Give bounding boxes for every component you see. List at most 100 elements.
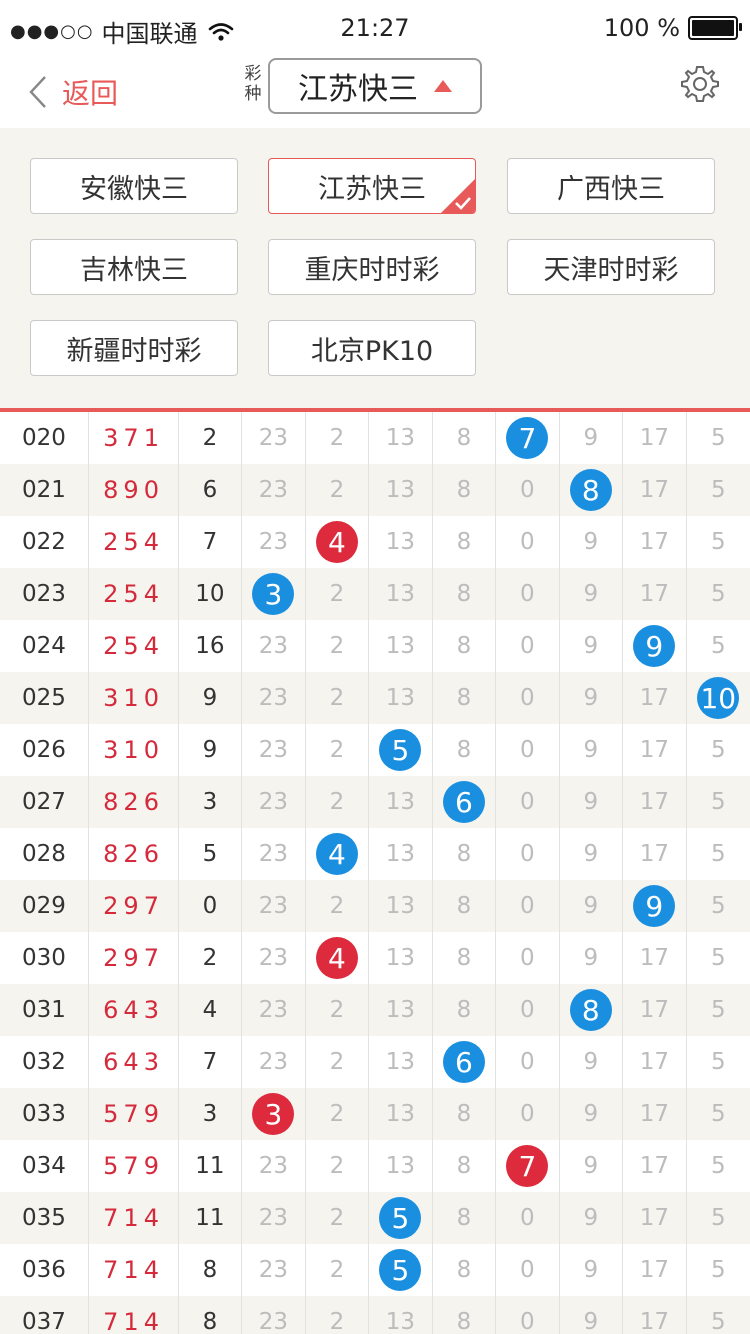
lottery-type-dropdown[interactable]: 江苏快三	[268, 58, 482, 114]
miss-count: 13	[369, 776, 433, 828]
miss-count: 13	[369, 1296, 433, 1334]
table-row: 035 714 11 23 2 5 8 0 9 17 5	[0, 1192, 750, 1244]
table-row: 037 714 8 23 2 13 8 0 9 17 5	[0, 1296, 750, 1334]
issue-number: 023	[0, 568, 90, 620]
lottery-option-chongqing-ssc[interactable]: 重庆时时彩	[268, 239, 476, 295]
miss-count: 23	[242, 412, 306, 464]
miss-count: 9	[560, 1244, 624, 1296]
hit-cell: 3	[242, 1088, 306, 1140]
miss-count: 17	[623, 568, 687, 620]
miss-count: 8	[433, 1296, 497, 1334]
miss-count: 0	[496, 984, 560, 1036]
sum-value: 9	[179, 724, 243, 776]
table-row: 024 254 16 23 2 13 8 0 9 9 5	[0, 620, 750, 672]
gear-icon[interactable]	[680, 64, 720, 104]
issue-number: 029	[0, 880, 90, 932]
miss-count: 9	[560, 776, 624, 828]
miss-count: 17	[623, 828, 687, 880]
hit-cell: 8	[560, 464, 624, 516]
hit-ball: 10	[697, 677, 740, 719]
option-label: 新疆时时彩	[66, 335, 202, 367]
hit-ball: 8	[569, 989, 612, 1031]
hit-cell: 5	[369, 724, 433, 776]
draw-result: 310	[89, 672, 179, 724]
hit-ball: 4	[315, 521, 358, 563]
miss-count: 0	[496, 932, 560, 984]
draw-result: 254	[89, 620, 179, 672]
miss-count: 23	[242, 1244, 306, 1296]
sum-value: 2	[179, 932, 243, 984]
miss-count: 17	[623, 1192, 687, 1244]
hit-ball: 4	[315, 833, 358, 875]
lottery-option-anhui-k3[interactable]: 安徽快三	[30, 158, 238, 214]
lottery-option-xinjiang-ssc[interactable]: 新疆时时彩	[30, 320, 238, 376]
hit-ball: 5	[379, 1249, 422, 1291]
miss-count: 9	[560, 828, 624, 880]
hit-ball: 9	[633, 625, 676, 667]
lottery-option-tianjin-ssc[interactable]: 天津时时彩	[507, 239, 715, 295]
miss-count: 17	[623, 932, 687, 984]
table-row: 033 579 3 3 2 13 8 0 9 17 5	[0, 1088, 750, 1140]
miss-count: 13	[369, 828, 433, 880]
chevron-left-icon	[29, 76, 46, 108]
hit-ball: 9	[633, 885, 676, 927]
miss-count: 5	[710, 893, 726, 919]
hit-ball: 4	[315, 937, 358, 979]
miss-count: 0	[496, 828, 560, 880]
hit-ball: 6	[442, 781, 485, 823]
hit-cell: 3	[242, 568, 306, 620]
lottery-option-jiangsu-k3[interactable]: 江苏快三	[268, 158, 476, 214]
issue-number: 022	[0, 516, 90, 568]
sum-value: 8	[179, 1244, 243, 1296]
miss-count: 2	[306, 724, 370, 776]
miss-count: 0	[496, 776, 560, 828]
issue-number: 037	[0, 1296, 90, 1334]
selected-lottery: 江苏快三	[298, 72, 418, 107]
issue-number: 035	[0, 1192, 90, 1244]
lottery-option-beijing-pk10[interactable]: 北京PK10	[268, 320, 476, 376]
miss-count: 5	[710, 841, 726, 867]
hit-cell: 5	[369, 1244, 433, 1296]
miss-count: 13	[369, 932, 433, 984]
option-label: 重庆时时彩	[304, 254, 440, 286]
lottery-option-jilin-k3[interactable]: 吉林快三	[30, 239, 238, 295]
miss-count: 13	[369, 1140, 433, 1192]
hit-cell: 9	[623, 880, 687, 932]
sum-value: 3	[179, 1088, 243, 1140]
issue-number: 028	[0, 828, 90, 880]
trend-table[interactable]: 020 371 2 23 2 13 8 7 9 17 5 021 890 6 23 2 13 8 0 8 17 5 022 2…	[0, 412, 750, 1334]
miss-count: 2	[306, 464, 370, 516]
hit-cell: 10	[687, 672, 750, 724]
miss-count: 17	[623, 1140, 687, 1192]
lottery-selector-panel: 安徽快三 江苏快三 广西快三 吉林快三 重庆时时彩 天津时时彩 新疆时时彩 北京…	[0, 128, 750, 408]
sum-value: 4	[179, 984, 243, 1036]
miss-count: 23	[242, 620, 306, 672]
miss-count: 5	[710, 945, 726, 971]
lottery-option-guangxi-k3[interactable]: 广西快三	[507, 158, 715, 214]
miss-count: 8	[433, 932, 497, 984]
miss-count: 0	[496, 672, 560, 724]
miss-count: 17	[623, 1244, 687, 1296]
miss-count: 17	[623, 516, 687, 568]
miss-count: 9	[560, 724, 624, 776]
miss-count: 17	[623, 412, 687, 464]
issue-number: 032	[0, 1036, 90, 1088]
back-button[interactable]: 返回	[28, 66, 118, 118]
miss-count: 8	[433, 1192, 497, 1244]
hit-cell: 4	[306, 932, 370, 984]
miss-count: 5	[710, 529, 726, 555]
miss-count: 5	[710, 1101, 726, 1127]
miss-count: 9	[560, 568, 624, 620]
miss-count: 9	[560, 620, 624, 672]
miss-count: 23	[242, 672, 306, 724]
miss-count: 2	[306, 412, 370, 464]
status-right: 100 %	[604, 14, 742, 42]
miss-count: 8	[433, 620, 497, 672]
miss-count: 8	[433, 672, 497, 724]
hit-ball: 3	[252, 1093, 295, 1135]
miss-count: 2	[306, 776, 370, 828]
hit-ball: 7	[506, 1145, 549, 1187]
sum-value: 11	[179, 1140, 243, 1192]
miss-count: 13	[369, 516, 433, 568]
issue-number: 021	[0, 464, 90, 516]
